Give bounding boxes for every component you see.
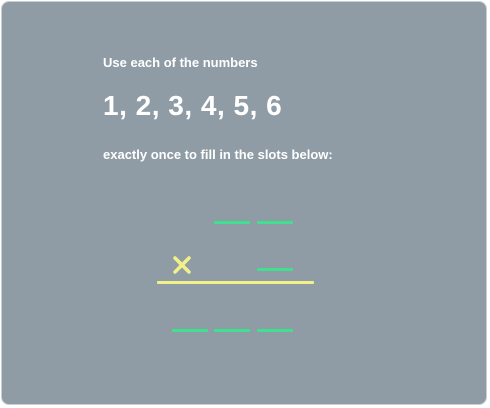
instruction-text-bottom: exactly once to fill in the slots below:	[103, 147, 333, 162]
digit-slot-result-tens[interactable]	[214, 329, 250, 332]
digit-slot-multiplier[interactable]	[257, 268, 293, 271]
puzzle-card: Use each of the numbers 1, 2, 3, 4, 5, 6…	[1, 1, 487, 405]
digit-slot-top-ones[interactable]	[257, 221, 293, 224]
result-rule	[157, 281, 314, 284]
instruction-text-top: Use each of the numbers	[103, 55, 258, 70]
digit-slot-result-hundreds[interactable]	[172, 329, 208, 332]
multiply-icon	[173, 256, 191, 274]
numbers-list: 1, 2, 3, 4, 5, 6	[103, 90, 283, 121]
digit-slot-result-ones[interactable]	[257, 329, 293, 332]
digit-slot-top-tens[interactable]	[214, 221, 250, 224]
